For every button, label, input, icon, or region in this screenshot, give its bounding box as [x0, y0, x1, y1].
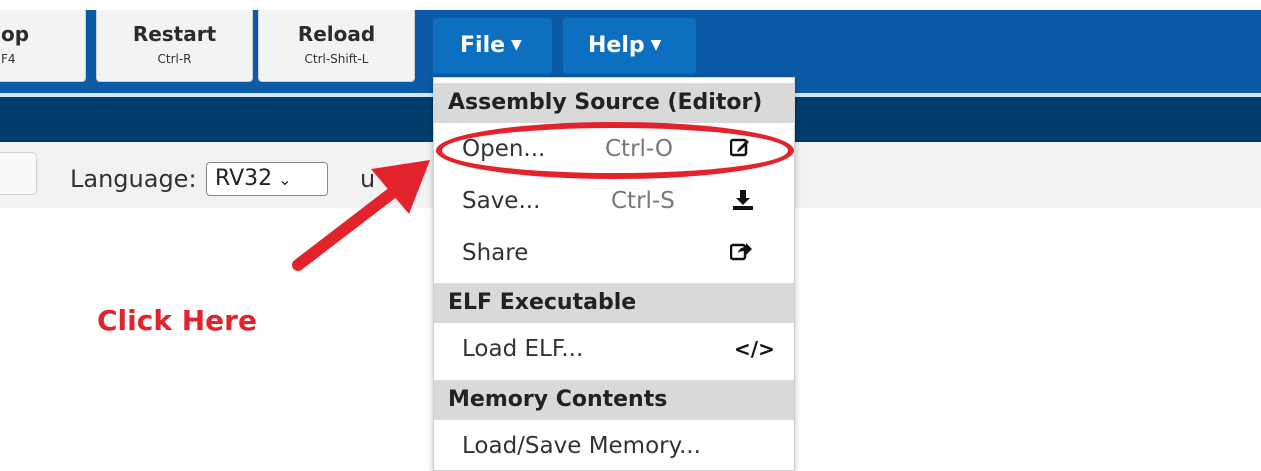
annotation-arrow: [292, 160, 430, 271]
annotation-click-here: Click Here: [97, 304, 257, 337]
